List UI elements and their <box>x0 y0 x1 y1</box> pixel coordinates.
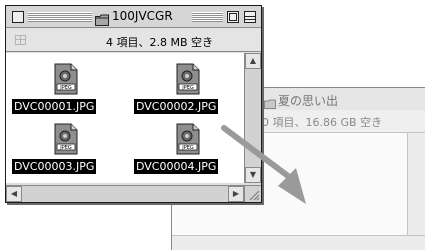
file-item[interactable]: JPEG DVC00002.JPG <box>130 59 242 119</box>
front-window-title: 100JVCGR <box>112 9 173 23</box>
back-horizontal-scrollbar[interactable] <box>172 235 425 250</box>
svg-text:JPEG: JPEG <box>59 145 72 151</box>
front-horizontal-scrollbar[interactable]: ◀ ▶ <box>6 185 244 202</box>
front-window-info-bar: 4 項目、2.8 MB 空き <box>6 28 261 52</box>
file-name-label: DVC00001.JPG <box>12 99 97 114</box>
scroll-left-arrow-icon[interactable]: ◀ <box>6 186 22 202</box>
file-item[interactable]: JPEG DVC00001.JPG <box>8 59 120 119</box>
view-grid-icon <box>15 35 26 45</box>
arrow-icon <box>220 124 330 213</box>
back-vertical-scrollbar[interactable] <box>407 132 425 235</box>
front-window-title-bar[interactable]: 100JVCGR <box>6 6 261 28</box>
collapse-box[interactable] <box>244 11 256 23</box>
svg-text:JPEG: JPEG <box>181 85 194 91</box>
file-name-label: DVC00004.JPG <box>134 159 219 174</box>
front-window-content[interactable]: JPEG DVC00001.JPG JPEG DVC00002.JPG JPEG… <box>6 53 244 183</box>
scroll-up-arrow-icon[interactable]: ▲ <box>245 53 261 69</box>
svg-text:JPEG: JPEG <box>181 145 194 151</box>
jpeg-file-icon: JPEG <box>176 123 200 159</box>
svg-text:JPEG: JPEG <box>59 85 72 91</box>
zoom-box[interactable] <box>227 11 239 23</box>
back-window-title: 夏の思い出 <box>278 94 339 108</box>
front-window-info-text: 4 項目、2.8 MB 空き <box>106 36 214 49</box>
file-name-label: DVC00002.JPG <box>134 99 219 114</box>
jpeg-file-icon: JPEG <box>176 63 200 99</box>
file-name-label: DVC00003.JPG <box>12 159 97 174</box>
file-item[interactable]: JPEG DVC00003.JPG <box>8 119 120 179</box>
jpeg-file-icon: JPEG <box>54 63 78 99</box>
close-box[interactable] <box>12 11 24 23</box>
jpeg-file-icon: JPEG <box>54 123 78 159</box>
